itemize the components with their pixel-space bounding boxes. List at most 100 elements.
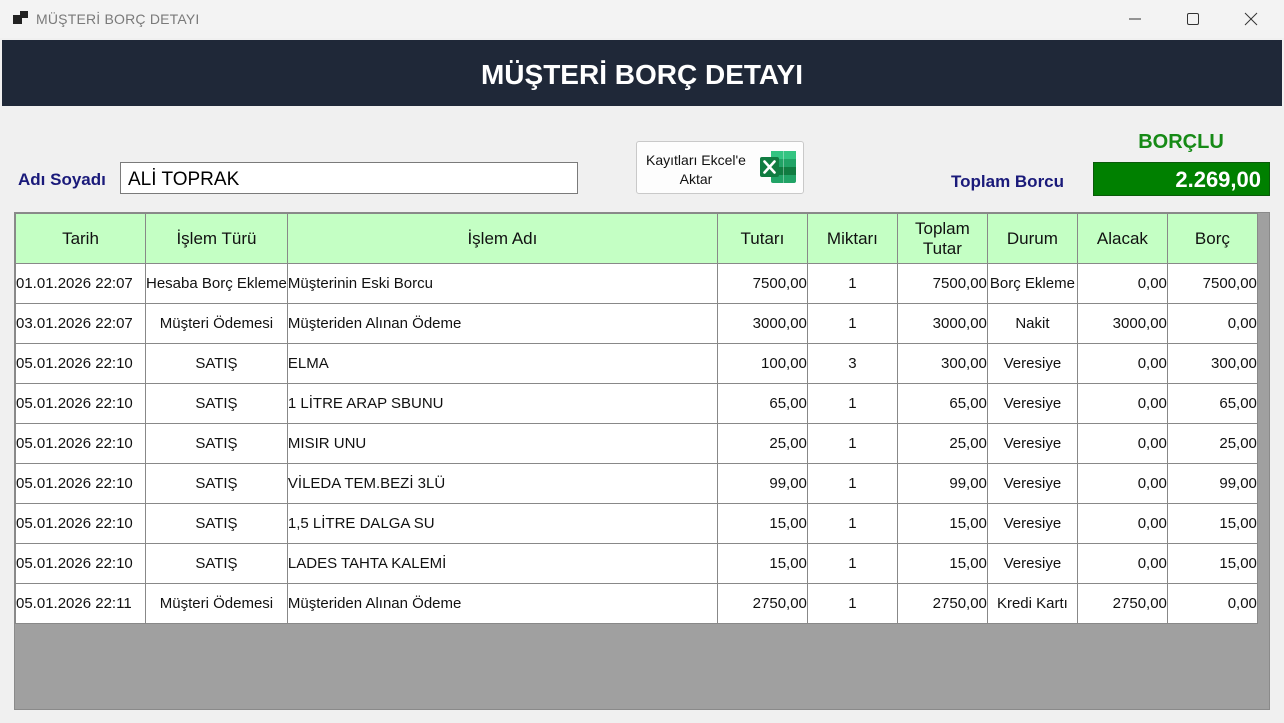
cell-total-amount[interactable]: 3000,00 [896, 303, 988, 344]
cell-total-amount[interactable]: 15,00 [896, 503, 988, 544]
cell-transaction-type[interactable]: Müşteri Ödemesi [145, 303, 288, 344]
cell-status[interactable]: Borç Ekleme [986, 263, 1078, 304]
column-header-transaction-name[interactable]: İşlem Adı [286, 213, 718, 264]
cell-quantity[interactable]: 3 [806, 343, 898, 384]
cell-status[interactable]: Veresiye [986, 343, 1078, 384]
cell-transaction-type[interactable]: SATIŞ [145, 503, 288, 544]
cell-total-amount[interactable]: 99,00 [896, 463, 988, 504]
cell-debt[interactable]: 0,00 [1166, 583, 1258, 624]
cell-status[interactable]: Veresiye [986, 543, 1078, 584]
cell-transaction-type[interactable]: SATIŞ [145, 463, 288, 504]
cell-debt[interactable]: 65,00 [1166, 383, 1258, 424]
cell-quantity[interactable]: 1 [806, 303, 898, 344]
close-button[interactable] [1222, 0, 1280, 38]
cell-transaction-type[interactable]: SATIŞ [145, 343, 288, 384]
cell-amount[interactable]: 65,00 [716, 383, 808, 424]
cell-date[interactable]: 05.01.2026 22:10 [15, 463, 146, 504]
cell-debt[interactable]: 15,00 [1166, 503, 1258, 544]
cell-total-amount[interactable]: 15,00 [896, 543, 988, 584]
cell-amount[interactable]: 15,00 [716, 503, 808, 544]
transactions-grid[interactable]: Tarih İşlem Türü İşlem Adı Tutarı Miktar… [14, 212, 1270, 710]
cell-transaction-name[interactable]: 1 LİTRE ARAP SBUNU [286, 383, 718, 424]
table-row[interactable]: 05.01.2026 22:10 SATIŞ VİLEDA TEM.BEZİ 3LÜ… [15, 463, 1258, 504]
cell-transaction-type[interactable]: SATIŞ [145, 423, 288, 464]
cell-transaction-name[interactable]: ELMA [286, 343, 718, 384]
cell-transaction-type[interactable]: Hesaba Borç Ekleme [145, 263, 288, 304]
cell-date[interactable]: 01.01.2026 22:07 [15, 263, 146, 304]
cell-total-amount[interactable]: 7500,00 [896, 263, 988, 304]
cell-status[interactable]: Kredi Kartı [986, 583, 1078, 624]
cell-date[interactable]: 05.01.2026 22:10 [15, 503, 146, 544]
cell-status[interactable]: Veresiye [986, 383, 1078, 424]
cell-debt[interactable]: 15,00 [1166, 543, 1258, 584]
cell-transaction-name[interactable]: MISIR UNU [286, 423, 718, 464]
column-header-status[interactable]: Durum [986, 213, 1078, 264]
cell-status[interactable]: Veresiye [986, 463, 1078, 504]
cell-amount[interactable]: 2750,00 [716, 583, 808, 624]
cell-credit[interactable]: 0,00 [1076, 503, 1168, 544]
cell-amount[interactable]: 99,00 [716, 463, 808, 504]
cell-quantity[interactable]: 1 [806, 543, 898, 584]
table-row[interactable]: 05.01.2026 22:11 Müşteri Ödemesi Müşteride… [15, 583, 1258, 624]
cell-amount[interactable]: 3000,00 [716, 303, 808, 344]
cell-quantity[interactable]: 1 [806, 503, 898, 544]
customer-name-field[interactable]: ALİ TOPRAK [120, 162, 578, 194]
cell-credit[interactable]: 0,00 [1076, 263, 1168, 304]
cell-status[interactable]: Veresiye [986, 423, 1078, 464]
cell-quantity[interactable]: 1 [806, 463, 898, 504]
cell-debt[interactable]: 7500,00 [1166, 263, 1258, 304]
cell-date[interactable]: 05.01.2026 22:11 [15, 583, 146, 624]
cell-transaction-name[interactable]: LADES TAHTA KALEMİ [286, 543, 718, 584]
column-header-quantity[interactable]: Miktarı [806, 213, 898, 264]
cell-credit[interactable]: 2750,00 [1076, 583, 1168, 624]
cell-credit[interactable]: 0,00 [1076, 383, 1168, 424]
column-header-transaction-type[interactable]: İşlem Türü [145, 213, 288, 264]
cell-amount[interactable]: 7500,00 [716, 263, 808, 304]
cell-total-amount[interactable]: 300,00 [896, 343, 988, 384]
cell-transaction-type[interactable]: Müşteri Ödemesi [145, 583, 288, 624]
cell-amount[interactable]: 100,00 [716, 343, 808, 384]
cell-credit[interactable]: 0,00 [1076, 423, 1168, 464]
cell-quantity[interactable]: 1 [806, 423, 898, 464]
table-row[interactable]: 05.01.2026 22:10 SATIŞ MISIR UNU 25,00 1 25,0… [15, 423, 1258, 464]
cell-credit[interactable]: 0,00 [1076, 343, 1168, 384]
cell-transaction-name[interactable]: Müşteriden Alınan Ödeme [286, 583, 718, 624]
cell-transaction-name[interactable]: Müşterinin Eski Borcu [286, 263, 718, 304]
minimize-button[interactable] [1106, 0, 1164, 38]
table-row[interactable]: 05.01.2026 22:10 SATIŞ 1,5 LİTRE DALGA SU 1… [15, 503, 1258, 544]
cell-debt[interactable]: 300,00 [1166, 343, 1258, 384]
table-row[interactable]: 05.01.2026 22:10 SATIŞ 1 LİTRE ARAP SBUNU 6… [15, 383, 1258, 424]
column-header-credit[interactable]: Alacak [1076, 213, 1168, 264]
cell-transaction-name[interactable]: VİLEDA TEM.BEZİ 3LÜ [286, 463, 718, 504]
export-excel-button[interactable]: Kayıtları Ekcel'e Aktar [636, 141, 804, 194]
cell-transaction-type[interactable]: SATIŞ [145, 383, 288, 424]
cell-debt[interactable]: 25,00 [1166, 423, 1258, 464]
cell-credit[interactable]: 0,00 [1076, 463, 1168, 504]
cell-quantity[interactable]: 1 [806, 263, 898, 304]
cell-date[interactable]: 03.01.2026 22:07 [15, 303, 146, 344]
column-header-total-amount[interactable]: Toplam Tutar [896, 213, 988, 264]
maximize-button[interactable] [1164, 0, 1222, 38]
cell-date[interactable]: 05.01.2026 22:10 [15, 543, 146, 584]
cell-transaction-name[interactable]: 1,5 LİTRE DALGA SU [286, 503, 718, 544]
cell-debt[interactable]: 0,00 [1166, 303, 1258, 344]
cell-credit[interactable]: 0,00 [1076, 543, 1168, 584]
column-header-date[interactable]: Tarih [15, 213, 146, 264]
table-row[interactable]: 05.01.2026 22:10 SATIŞ ELMA 100,00 3 300,00 Ve… [15, 343, 1258, 384]
cell-status[interactable]: Nakit [986, 303, 1078, 344]
cell-quantity[interactable]: 1 [806, 383, 898, 424]
cell-status[interactable]: Veresiye [986, 503, 1078, 544]
table-row[interactable]: 03.01.2026 22:07 Müşteri Ödemesi Müşteride… [15, 303, 1258, 344]
cell-date[interactable]: 05.01.2026 22:10 [15, 423, 146, 464]
cell-quantity[interactable]: 1 [806, 583, 898, 624]
cell-transaction-type[interactable]: SATIŞ [145, 543, 288, 584]
cell-date[interactable]: 05.01.2026 22:10 [15, 383, 146, 424]
table-row[interactable]: 05.01.2026 22:10 SATIŞ LADES TAHTA KALEMİ 1… [15, 543, 1258, 584]
column-header-amount[interactable]: Tutarı [716, 213, 808, 264]
cell-total-amount[interactable]: 25,00 [896, 423, 988, 464]
table-row[interactable]: 01.01.2026 22:07 Hesaba Borç Ekleme Müşter… [15, 263, 1258, 304]
cell-debt[interactable]: 99,00 [1166, 463, 1258, 504]
cell-credit[interactable]: 3000,00 [1076, 303, 1168, 344]
cell-amount[interactable]: 15,00 [716, 543, 808, 584]
column-header-debt[interactable]: Borç [1166, 213, 1258, 264]
